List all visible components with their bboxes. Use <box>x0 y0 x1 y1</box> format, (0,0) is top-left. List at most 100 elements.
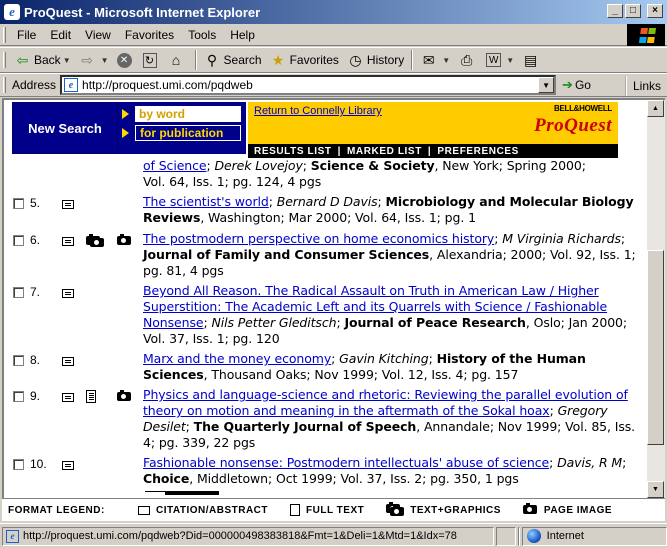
for-publication-label: for publication <box>135 125 241 141</box>
edit-button[interactable]: W ▼ <box>482 49 518 71</box>
chevron-down-icon[interactable]: ▼ <box>101 56 109 65</box>
result-number: 8. <box>30 353 41 367</box>
result-number: 9. <box>30 389 41 403</box>
status-bar: e http://proquest.umi.com/pqdweb?Did=000… <box>0 523 667 548</box>
result-details: Vol. 64, Iss. 1; pg. 124, 4 pgs <box>143 174 322 189</box>
bell-howell-logo: BELL&HOWELL <box>553 104 612 113</box>
mark-checkbox[interactable] <box>13 355 24 366</box>
links-button[interactable]: Links <box>624 76 667 96</box>
address-dropdown-button[interactable]: ▼ <box>538 77 555 93</box>
nav-marked-list[interactable]: MARKED LIST <box>347 146 422 157</box>
mail-button[interactable]: ✉ ▼ <box>416 49 454 71</box>
nav-preferences[interactable]: PREFERENCES <box>437 146 519 157</box>
triangle-right-icon <box>122 128 129 138</box>
legend-full-text: FULL TEXT <box>290 504 364 516</box>
mark-checkbox[interactable] <box>13 459 24 470</box>
nav-results-list[interactable]: RESULTS LIST <box>254 146 332 157</box>
result-entry: The scientist's world; Bernard D Davis; … <box>143 194 634 225</box>
print-button[interactable]: ⎙ <box>454 49 482 71</box>
result-journal: The Quarterly Journal of Speech <box>193 419 417 434</box>
minimize-button[interactable]: _ <box>607 4 623 18</box>
mark-checkbox[interactable] <box>13 287 24 298</box>
menu-favorites[interactable]: Favorites <box>118 28 181 42</box>
proquest-logo: ProQuest <box>534 115 612 136</box>
menu-edit[interactable]: Edit <box>43 28 78 42</box>
return-to-library-link[interactable]: Return to Connelly Library <box>254 105 382 117</box>
result-title-link[interactable]: of Science <box>143 158 207 173</box>
menu-view[interactable]: View <box>78 28 118 42</box>
by-word-option[interactable]: by word <box>118 105 246 123</box>
citation-icon[interactable] <box>62 461 74 470</box>
triangle-right-icon <box>122 109 129 119</box>
citation-icon[interactable] <box>62 393 74 402</box>
menu-file[interactable]: File <box>10 28 43 42</box>
mark-checkbox[interactable] <box>13 391 24 402</box>
back-arrow-icon: ⇦ <box>16 51 29 68</box>
menu-help[interactable]: Help <box>223 28 262 42</box>
edit-icon: W <box>486 53 502 67</box>
result-title-link[interactable]: Marx and the money economy <box>143 351 331 366</box>
favorites-button[interactable]: ★ Favorites <box>266 49 343 71</box>
status-url-panel: e http://proquest.umi.com/pqdweb?Did=000… <box>2 526 494 546</box>
scroll-thumb[interactable] <box>647 250 664 445</box>
refresh-button[interactable]: ↻ <box>139 49 164 71</box>
address-input[interactable]: e http://proquest.umi.com/pqdweb ▼ <box>60 75 557 95</box>
scroll-up-button[interactable]: ▲ <box>647 100 664 117</box>
result-title-link[interactable]: The scientist's world <box>143 194 269 209</box>
results-nav-bar: RESULTS LIST | MARKED LIST | PREFERENCES <box>248 144 618 158</box>
citation-icon[interactable] <box>62 357 74 366</box>
toolbar-grip[interactable] <box>3 26 6 43</box>
chevron-down-icon[interactable]: ▼ <box>63 56 71 65</box>
result-title-link[interactable]: Physics and language-science and rhetori… <box>143 387 628 418</box>
new-search-button[interactable]: New Search <box>12 102 118 154</box>
chevron-down-icon[interactable]: ▼ <box>506 56 514 65</box>
home-button[interactable]: ⌂ <box>164 49 192 71</box>
result-title-link[interactable]: The postmodern perspective on home econo… <box>143 231 494 246</box>
result-title-link[interactable]: Fashionable nonsense: Postmodern intelle… <box>143 455 549 470</box>
brand-banner: Return to Connelly Library BELL&HOWELL P… <box>248 102 618 144</box>
discuss-button[interactable]: ▤ <box>518 49 546 71</box>
go-button[interactable]: ➔ Go <box>562 77 591 93</box>
citation-icon[interactable] <box>62 237 74 246</box>
page-image-icon[interactable] <box>117 234 133 245</box>
menu-tools[interactable]: Tools <box>181 28 223 42</box>
favorites-icon: ★ <box>271 51 285 68</box>
menu-bar: File Edit View Favorites Tools Help <box>0 24 667 46</box>
page-image-icon[interactable] <box>117 390 133 401</box>
partial-result-entry: of Science; Derek Lovejoy; Science & Soc… <box>143 158 586 189</box>
result-number: 5. <box>30 196 41 210</box>
for-publication-option[interactable]: for publication <box>118 124 246 142</box>
address-url[interactable]: http://proquest.umi.com/pqdweb <box>82 78 253 92</box>
result-details: , Thousand Oaks; Nov 1999; Vol. 12, Iss.… <box>203 367 519 382</box>
mark-checkbox[interactable] <box>13 235 24 246</box>
history-button[interactable]: ◷ History <box>343 49 408 71</box>
citation-icon <box>138 505 150 515</box>
result-details: , New York; Spring 2000; <box>434 158 586 173</box>
mark-checkbox[interactable] <box>13 198 24 209</box>
result-journal: Journal of Family and Consumer Sciences <box>143 247 430 262</box>
forward-button[interactable]: ⇨ ▼ <box>75 49 113 71</box>
search-mode-panel: by word for publication <box>118 102 246 154</box>
stop-button[interactable]: ✕ <box>113 49 139 71</box>
forward-arrow-icon: ⇨ <box>81 51 93 68</box>
citation-icon[interactable] <box>62 200 74 209</box>
text-graphics-icon[interactable] <box>86 234 106 247</box>
status-url: http://proquest.umi.com/pqdweb?Did=00000… <box>23 530 457 542</box>
chevron-down-icon[interactable]: ▼ <box>442 56 450 65</box>
toolbar-grip[interactable] <box>3 77 6 93</box>
close-button[interactable]: × <box>647 4 663 18</box>
stop-icon: ✕ <box>116 52 132 68</box>
address-label: Address <box>12 78 57 92</box>
toolbar-grip[interactable] <box>3 52 6 68</box>
maximize-button[interactable]: □ <box>625 4 641 18</box>
print-icon: ⎙ <box>461 51 473 68</box>
scroll-down-button[interactable]: ▼ <box>647 481 664 498</box>
citation-icon[interactable] <box>62 289 74 298</box>
window-controls: _ □ × <box>607 4 663 18</box>
window-title-bar[interactable]: e ProQuest - Microsoft Internet Explorer… <box>0 0 667 24</box>
vertical-scrollbar[interactable]: ▲ ▼ <box>647 98 665 498</box>
search-button[interactable]: ⚲ Search <box>200 49 266 71</box>
home-icon: ⌂ <box>171 52 181 68</box>
back-button[interactable]: ⇦ Back ▼ <box>10 49 75 71</box>
full-text-icon[interactable] <box>86 390 96 403</box>
